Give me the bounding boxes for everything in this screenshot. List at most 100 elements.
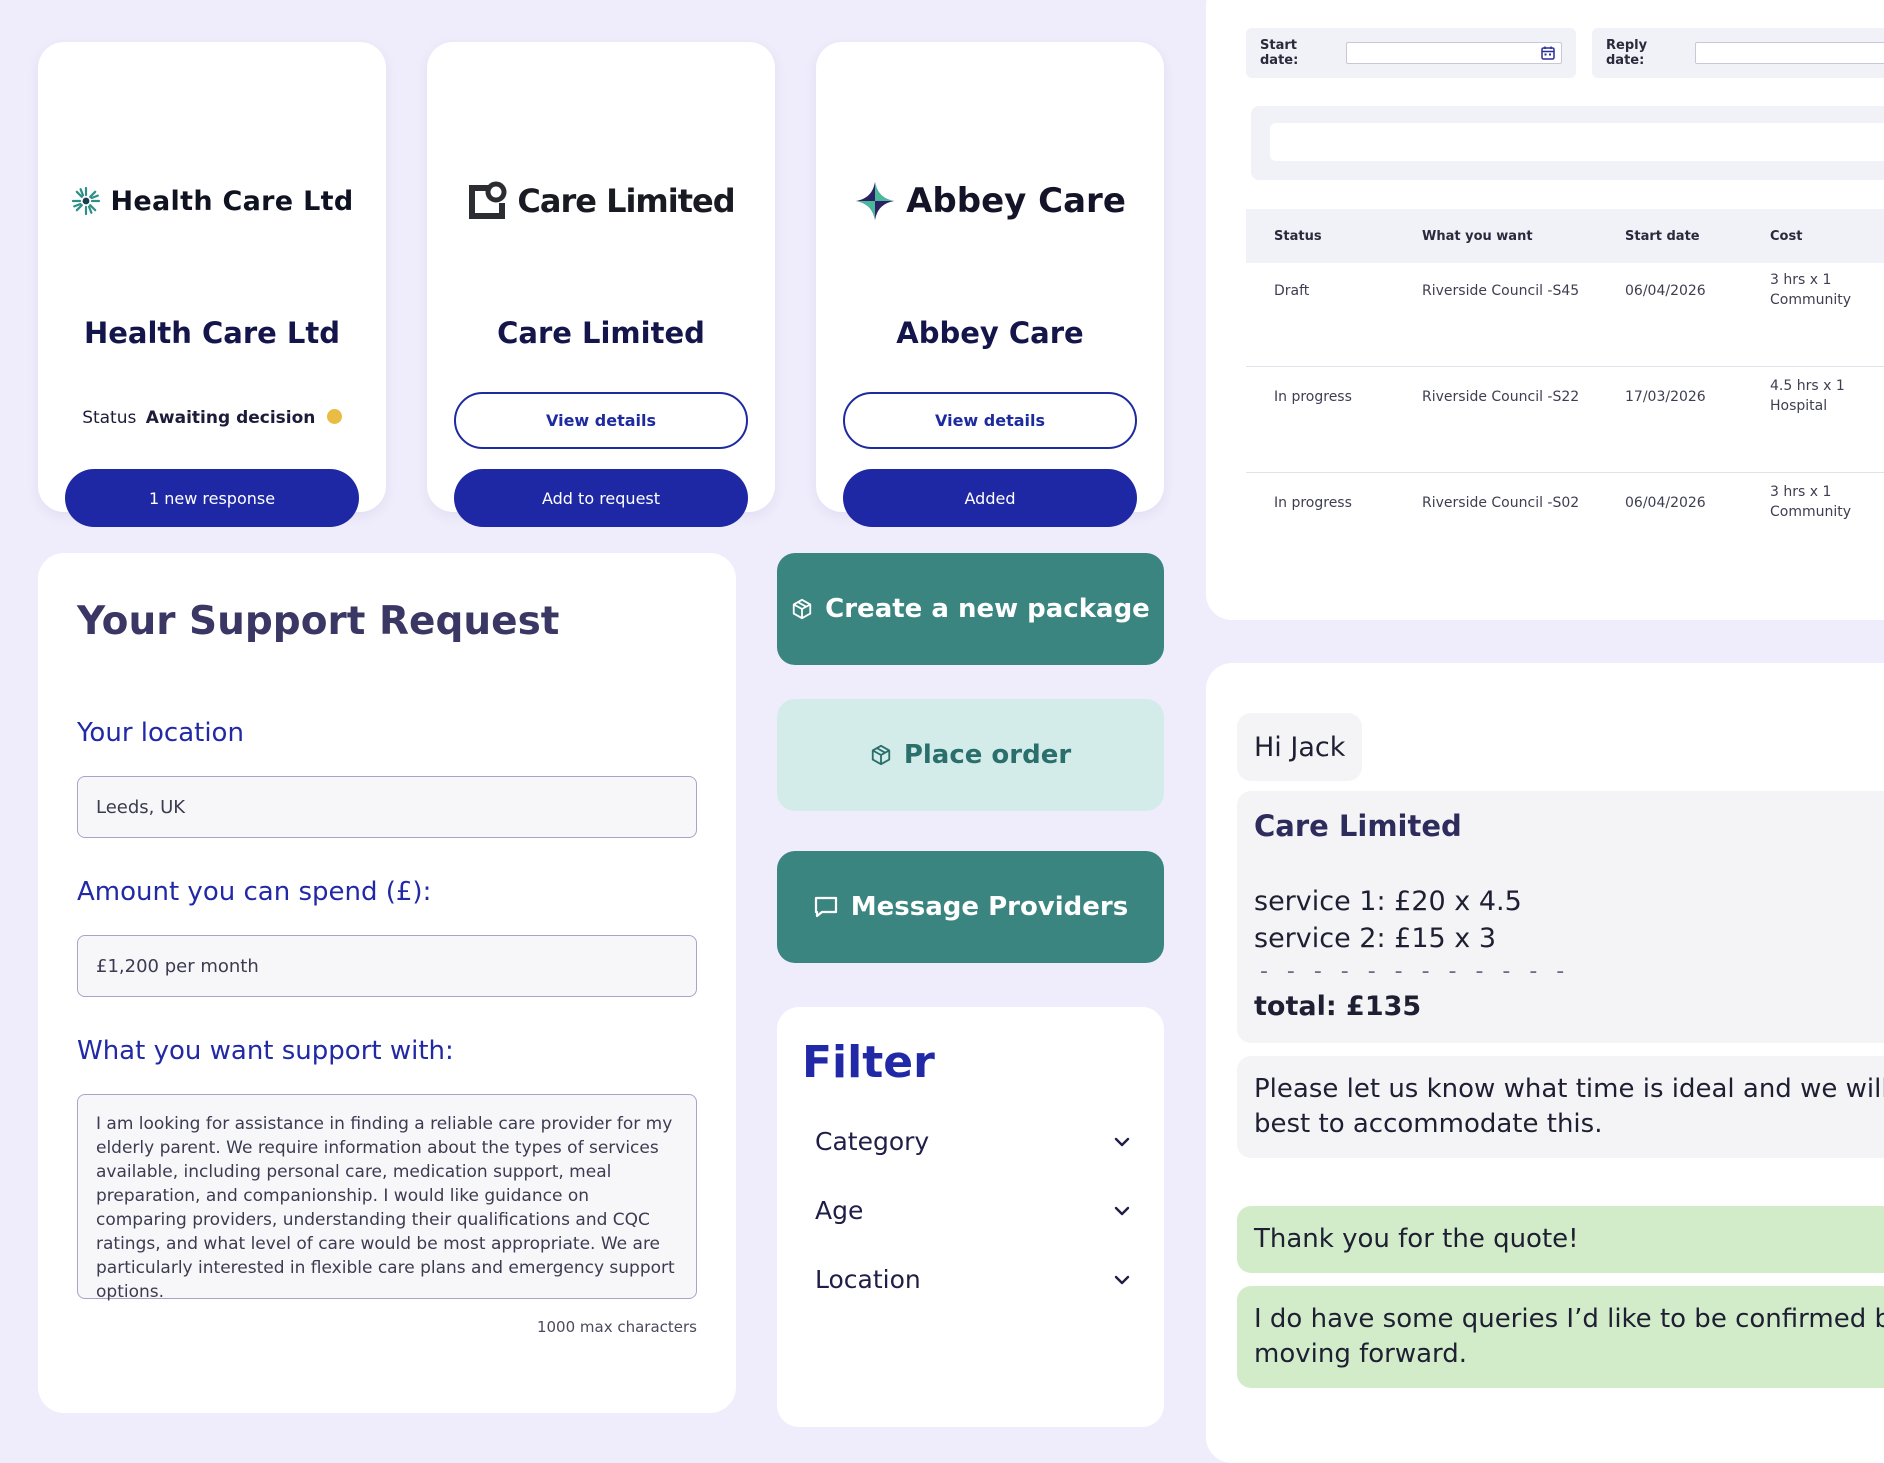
reply-date-input[interactable] [1695,42,1884,64]
status-dot-icon [326,409,342,424]
filter-option-label: Age [815,1196,864,1225]
user-reply: Thank you for the quote! [1237,1206,1884,1273]
add-to-request-button[interactable]: Add to request [454,469,748,527]
create-package-button[interactable]: Create a new package [777,553,1164,665]
view-details-button[interactable]: View details [454,392,748,449]
package-icon [871,744,890,766]
row-status: In progress [1274,389,1352,405]
support-textarea[interactable]: I am looking for assistance in finding a… [77,1094,697,1302]
row-start-date: 06/04/2026 [1625,495,1706,511]
row-start-date: 17/03/2026 [1625,389,1706,405]
filter-age[interactable]: Age [815,1196,1130,1225]
provider-logo: Health Care Ltd [38,138,386,264]
provider-logo: Abbey Care [816,138,1164,264]
quote-total: total: £135 [1254,991,1422,1022]
row-cost-type: Community [1770,504,1852,520]
status-label: Status [82,408,137,428]
filter-title: Filter [802,1037,935,1088]
reply-date-label: Reply date: [1606,38,1648,68]
filter-option-label: Location [815,1265,921,1294]
location-label: Your location [77,718,244,748]
quote-provider: Care Limited [1254,809,1462,843]
place-order-label: Place order [903,740,1072,770]
start-date-label: Start date: [1260,38,1299,68]
quote-message: Care Limited service 1: £20 x 4.5 servic… [1237,791,1884,1043]
location-input[interactable]: Leeds, UK [77,776,697,838]
reply-line: Thank you for the quote! [1254,1224,1579,1254]
filter-location[interactable]: Location [815,1265,1130,1294]
filter-panel: Filter Category Age Location [777,1007,1164,1427]
reply-line: moving forward. [1254,1339,1468,1369]
row-status: Draft [1274,283,1310,299]
provider-card-care-limited: Care Limited Care Limited View details A… [427,42,775,527]
provider-name: Health Care Ltd [83,316,341,350]
diamond-logo-icon [856,182,895,220]
reply-line: I do have some queries I’d like to be co… [1254,1304,1884,1334]
message-line: Please let us know what time is ideal an… [1254,1074,1884,1104]
calendar-icon [1541,46,1555,60]
provider-card-abbey-care: Abbey Care Abbey Care View details Added [816,42,1164,527]
package-icon [792,598,812,620]
provider-logo: Care Limited [427,138,775,264]
start-date-input[interactable] [1345,42,1562,64]
user-reply: I do have some queries I’d like to be co… [1237,1286,1884,1388]
provider-card-health-care: Health Care Ltd Health Care Ltd Status A… [38,42,386,527]
row-what: Riverside Council -S02 [1422,495,1580,511]
row-cost-amount: 3 hrs x 1 [1770,272,1832,288]
message-providers-label: Message Providers [850,892,1129,922]
search-input[interactable] [1270,123,1884,161]
message-line: best to accommodate this. [1254,1109,1603,1139]
message-providers-button[interactable]: Message Providers [777,851,1164,963]
column-status: Status [1274,229,1322,244]
row-cost-type: Community [1770,292,1852,308]
create-package-label: Create a new package [825,594,1150,624]
char-limit-hint: 1000 max characters [536,1318,697,1336]
table-header: Status What you want Start date Cost [1246,209,1884,263]
reply-date-filter: Reply date: [1592,28,1884,78]
quote-divider: - - - - - - - - - - - - [1260,959,1571,984]
row-cost-amount: 4.5 hrs x 1 [1770,378,1845,394]
message-icon [814,896,837,918]
filter-option-label: Category [815,1127,930,1156]
provider-name: Abbey Care [896,316,1084,350]
logo-text: Abbey Care [906,181,1126,221]
row-what: Riverside Council -S22 [1422,389,1580,405]
search-bar [1251,106,1884,180]
quote-service-line: service 2: £15 x 3 [1254,923,1497,954]
logo-text: Care Limited [517,182,735,220]
row-divider [1246,366,1884,367]
sunburst-logo-icon [71,186,100,216]
status-value: Awaiting decision [145,408,316,428]
logo-text: Health Care Ltd [110,185,354,217]
quote-service-line: service 1: £20 x 4.5 [1254,886,1522,917]
column-cost: Cost [1770,229,1803,244]
requests-panel: Start date: Reply date: Status What you … [1206,0,1884,620]
column-start-date: Start date [1625,229,1700,244]
chevron-down-icon [1114,1275,1130,1284]
column-what-you-want: What you want [1422,229,1533,244]
start-date-filter: Start date: [1246,28,1576,78]
place-order-button[interactable]: Place order [777,699,1164,811]
added-button[interactable]: Added [843,469,1137,527]
status-line: Status Awaiting decision [38,408,386,428]
provider-name: Care Limited [497,316,705,350]
row-status: In progress [1274,495,1352,511]
chevron-down-icon [1114,1137,1130,1146]
chat-panel: Hi Jack Care Limited service 1: £20 x 4.… [1206,663,1884,1463]
filter-category[interactable]: Category [815,1127,1130,1156]
row-cost-type: Hospital [1770,398,1828,414]
chat-greeting: Hi Jack [1237,713,1363,781]
row-what: Riverside Council -S45 [1422,283,1580,299]
view-details-button[interactable]: View details [843,392,1137,449]
page-title: Your Support Request [77,599,560,644]
chevron-down-icon [1114,1206,1130,1215]
square-logo-icon [469,181,507,219]
provider-message: Please let us know what time is ideal an… [1237,1056,1884,1158]
row-start-date: 06/04/2026 [1625,283,1706,299]
amount-label: Amount you can spend (£): [77,877,432,907]
new-response-button[interactable]: 1 new response [65,469,359,527]
support-label: What you want support with: [77,1036,454,1066]
support-request-panel: Your Support Request Your location Leeds… [38,553,736,1413]
row-divider [1246,472,1884,473]
amount-input[interactable]: £1,200 per month [77,935,697,997]
